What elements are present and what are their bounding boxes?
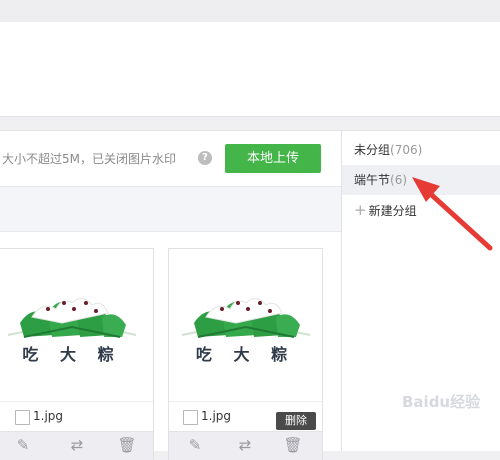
image-actions: ✎ ⇄ 🗑 [169,431,322,460]
move-icon[interactable]: ⇄ [235,435,255,455]
header-area [0,22,500,117]
file-name: 1.jpg [33,409,64,423]
select-checkbox[interactable] [183,410,198,425]
image-caption: 吃 大 粽 [22,345,122,364]
image-footer: 1.jpg [0,401,153,432]
group-count: (6) [390,173,408,187]
group-name: 端午节 [354,173,391,187]
new-group-button[interactable]: + 新建分组 [342,195,500,225]
image-thumbnail[interactable]: 吃 大 粽 [169,249,322,401]
help-icon[interactable]: ? [198,151,212,165]
edit-icon[interactable]: ✎ [185,435,205,455]
image-caption: 吃 大 粽 [195,345,296,364]
edit-icon[interactable]: ✎ [13,435,33,455]
plus-icon: + [354,201,367,219]
top-band [0,0,500,22]
image-toolbar [0,186,341,232]
delete-icon[interactable]: 🗑 [283,435,303,455]
group-item-ungrouped[interactable]: 未分组(706) [342,135,500,165]
image-thumbnail[interactable]: 吃 大 粽 [0,249,153,401]
delete-tooltip: 删除 [276,412,316,430]
select-checkbox[interactable] [15,410,30,425]
group-name: 未分组 [354,143,391,157]
baidu-watermark: Baidu经验 [402,393,481,411]
group-count: (706) [390,143,423,157]
move-icon[interactable]: ⇄ [67,435,87,455]
upload-hint: 大小不超过5M，已关闭图片水印 [2,152,176,166]
image-card[interactable]: 吃 大 粽 1.jpg ✎ ⇄ 🗑 [0,248,154,460]
delete-icon[interactable]: 🗑 [117,435,137,455]
local-upload-button[interactable]: 本地上传 [225,144,321,173]
file-name: 1.jpg [201,409,232,423]
group-item-dragon-boat[interactable]: 端午节(6) [342,165,500,195]
image-actions: ✎ ⇄ 🗑 [0,431,153,460]
new-group-label: 新建分组 [368,204,417,218]
